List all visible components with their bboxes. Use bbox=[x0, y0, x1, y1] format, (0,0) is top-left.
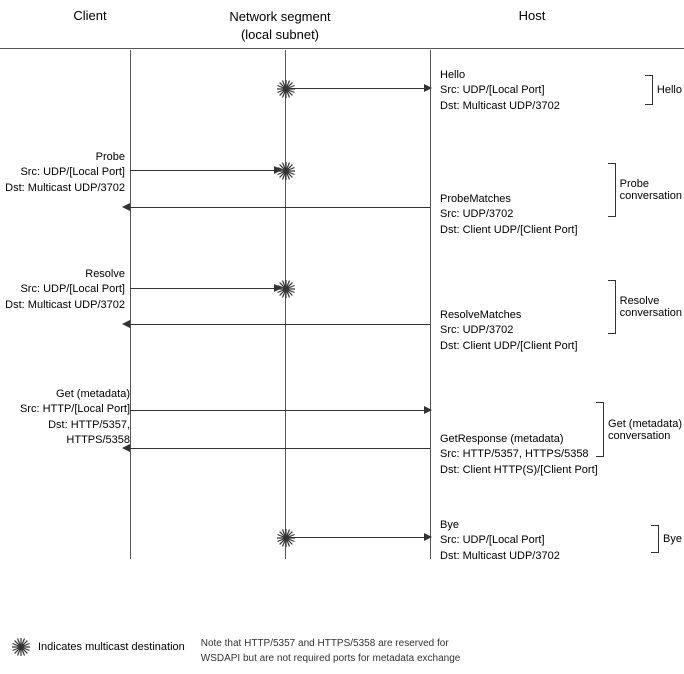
arrow-probematches-head bbox=[122, 203, 130, 211]
label-resolve: ResolveSrc: UDP/[Local Port]Dst: Multica… bbox=[5, 267, 125, 313]
arrow-resolve-line bbox=[130, 288, 280, 289]
starburst-hello bbox=[275, 78, 297, 103]
arrow-probe-line bbox=[130, 170, 280, 171]
bracket-probe-conv: Probeconversation bbox=[608, 163, 682, 217]
starburst-legend-icon bbox=[10, 636, 32, 658]
arrow-getresponse-head bbox=[122, 444, 130, 452]
arrow-resolvematches-head bbox=[122, 320, 130, 328]
label-hello: HelloSrc: UDP/[Local Port]Dst: Multicast… bbox=[440, 68, 590, 114]
col-host-header: Host bbox=[380, 8, 684, 44]
arrow-get-head bbox=[424, 406, 432, 414]
label-probematches: ProbeMatchesSrc: UDP/3702Dst: Client UDP… bbox=[440, 192, 595, 238]
footer-icon-area: Indicates multicast destination bbox=[10, 636, 185, 658]
label-resolvematches: ResolveMatchesSrc: UDP/3702Dst: Client U… bbox=[440, 308, 595, 354]
arrow-bye-line bbox=[285, 537, 430, 538]
col-network-header: Network segment(local subnet) bbox=[180, 8, 380, 44]
footer-note: Note that HTTP/5357 and HTTPS/5358 are r… bbox=[201, 636, 461, 666]
vline-network bbox=[285, 50, 286, 559]
label-get: Get (metadata)Src: HTTP/[Local Port]Dst:… bbox=[5, 387, 130, 449]
arrow-bye-head bbox=[424, 533, 432, 541]
col-client-header: Client bbox=[0, 8, 180, 44]
label-bye: ByeSrc: UDP/[Local Port]Dst: Multicast U… bbox=[440, 518, 590, 564]
vline-host bbox=[430, 50, 431, 559]
column-headers: Client Network segment(local subnet) Hos… bbox=[0, 8, 684, 44]
bracket-hello: Hello bbox=[645, 75, 682, 105]
starburst-bye bbox=[275, 527, 297, 552]
bracket-get-conv: Get (metadata)conversation bbox=[596, 402, 682, 457]
footer: Indicates multicast destination Note tha… bbox=[0, 636, 684, 666]
arrow-resolvematches-line bbox=[130, 324, 430, 325]
label-probe: ProbeSrc: UDP/[Local Port]Dst: Multicast… bbox=[5, 150, 125, 196]
bracket-bye: Bye bbox=[651, 525, 682, 553]
label-getresponse: GetResponse (metadata)Src: HTTP/5357, HT… bbox=[440, 432, 598, 478]
starburst-probe bbox=[275, 160, 297, 185]
bracket-resolve-conv: Resolveconversation bbox=[608, 280, 682, 334]
diagram-container: Client Network segment(local subnet) Hos… bbox=[0, 0, 684, 674]
footer-icon-label: Indicates multicast destination bbox=[38, 641, 185, 653]
arrow-probematches-line bbox=[130, 207, 430, 208]
starburst-resolve bbox=[275, 278, 297, 303]
arrow-get-line bbox=[130, 410, 430, 411]
vline-client bbox=[130, 50, 131, 559]
arrow-hello-head bbox=[424, 84, 432, 92]
header-divider bbox=[0, 48, 684, 49]
arrow-getresponse-line bbox=[130, 448, 430, 449]
arrow-hello-line bbox=[285, 88, 430, 89]
